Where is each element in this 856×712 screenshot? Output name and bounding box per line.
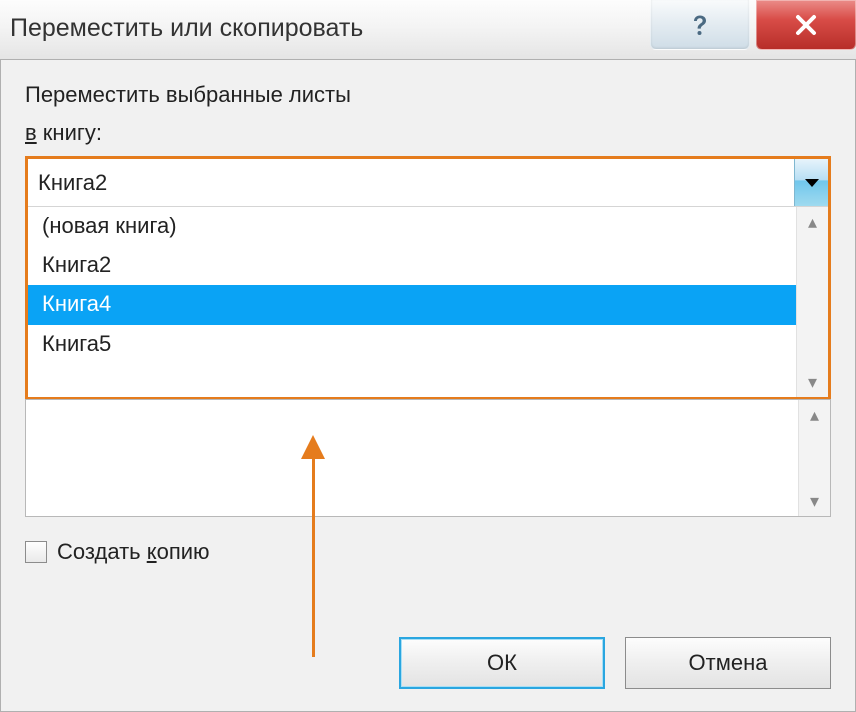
book-label: в книгу: <box>25 120 831 146</box>
book-combobox[interactable]: Книга2 <box>28 159 828 207</box>
create-copy-label: Создать копию <box>57 539 210 565</box>
dropdown-item[interactable]: (новая книга) <box>28 207 796 246</box>
cancel-button[interactable]: Отмена <box>625 637 831 689</box>
book-label-rest: книгу: <box>37 120 102 145</box>
book-select-highlight: Книга2 (новая книга)Книга2Книга4Книга5 ▴… <box>25 156 831 400</box>
dropdown-scrollbar[interactable]: ▴ ▾ <box>796 207 828 397</box>
instruction-text: Переместить выбранные листы <box>25 82 831 108</box>
dropdown-item[interactable]: Книга4 <box>28 285 796 324</box>
dialog-body: Переместить выбранные листы в книгу: Кни… <box>0 60 856 712</box>
scroll-up-icon: ▴ <box>810 406 819 424</box>
help-button[interactable] <box>650 0 750 50</box>
dropdown-item[interactable]: Книга2 <box>28 246 796 285</box>
book-label-accel: в <box>25 120 37 145</box>
titlebar-buttons <box>644 0 856 50</box>
dialog-title: Переместить или скопировать <box>10 14 363 43</box>
close-button[interactable] <box>756 0 856 50</box>
dialog-actions: ОК Отмена <box>399 637 831 689</box>
ok-button[interactable]: ОК <box>399 637 605 689</box>
book-combobox-value: Книга2 <box>28 159 794 206</box>
sheet-listbox-scrollbar[interactable]: ▴ ▾ <box>798 400 830 516</box>
dropdown-items: (новая книга)Книга2Книга4Книга5 <box>28 207 796 397</box>
close-icon <box>791 10 821 40</box>
chevron-down-icon <box>805 179 819 187</box>
create-copy-row: Создать копию <box>25 539 831 565</box>
book-dropdown-list: (новая книга)Книга2Книга4Книга5 ▴ ▾ <box>28 207 828 397</box>
scroll-down-icon: ▾ <box>810 492 819 510</box>
dropdown-item[interactable]: Книга5 <box>28 325 796 364</box>
sheet-listbox[interactable]: ▴ ▾ <box>25 399 831 517</box>
help-icon <box>685 10 715 40</box>
title-bar: Переместить или скопировать <box>0 0 856 60</box>
sheet-listbox-body <box>26 400 798 516</box>
scroll-down-icon: ▾ <box>808 373 817 391</box>
scroll-up-icon: ▴ <box>808 213 817 231</box>
create-copy-checkbox[interactable] <box>25 541 47 563</box>
combobox-dropdown-button[interactable] <box>794 159 828 206</box>
